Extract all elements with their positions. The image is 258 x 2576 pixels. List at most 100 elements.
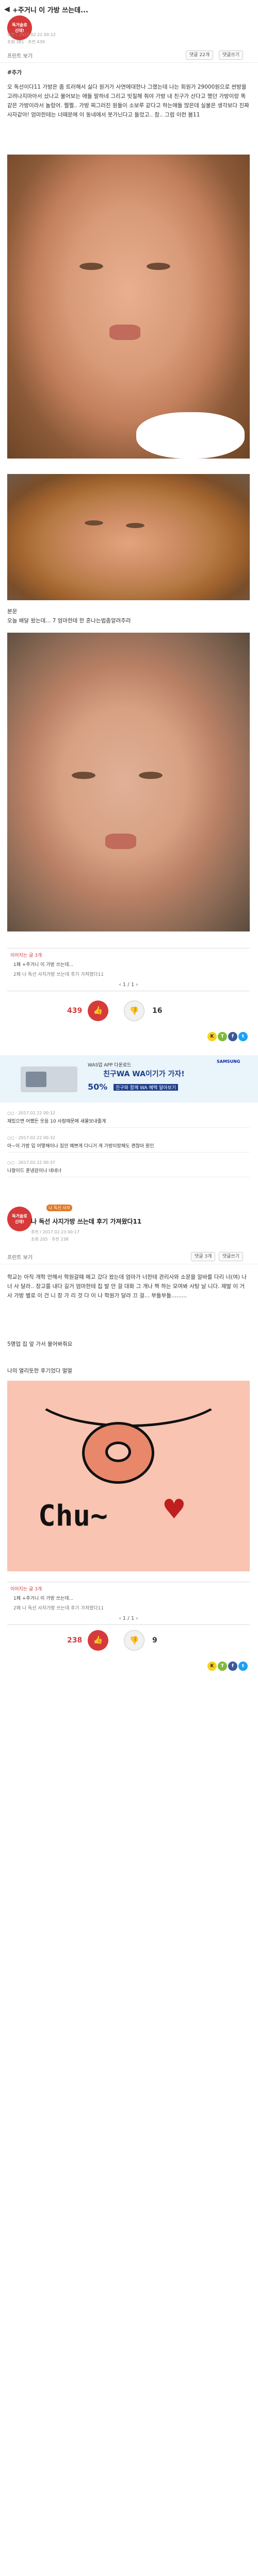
post-title: 나 독선 사지가방 쓰는데 후기 가져왔다11 bbox=[31, 1218, 142, 1225]
upvote-button[interactable]: 👍 bbox=[88, 1001, 108, 1021]
post-reply-text: 5명업 집 앞 가서 물어봐줘요 bbox=[7, 1341, 73, 1347]
pager-label: 1 / 1 bbox=[122, 982, 135, 988]
ad-brand-logo: SAMSUNG bbox=[217, 1059, 240, 1064]
twitter-share-icon[interactable]: t bbox=[238, 1662, 248, 1671]
ad-percent: 50% bbox=[88, 1082, 108, 1092]
doodle-donut-hole bbox=[105, 1442, 131, 1462]
pager-next-icon[interactable]: › bbox=[136, 982, 138, 988]
vote-row: 238 👍 👎 9 bbox=[0, 1628, 258, 1654]
pager-prev-icon[interactable]: ‹ bbox=[119, 1616, 121, 1621]
share-row: K T f t bbox=[0, 1030, 258, 1044]
lion-nose bbox=[105, 834, 136, 849]
kakao-share-icon[interactable]: K bbox=[207, 1662, 217, 1671]
print-button[interactable]: 프린트 보기 bbox=[7, 1253, 33, 1261]
censor-scribble bbox=[136, 412, 245, 459]
lion-bag-in-plastic-photo bbox=[7, 633, 250, 931]
lion-eye-right bbox=[126, 523, 144, 528]
story-share-icon[interactable]: T bbox=[218, 1032, 227, 1041]
ad-banner[interactable]: SAMSUNG WAS업 APP 다운로드 친구WA WA이기가 가자! 50%… bbox=[0, 1055, 258, 1103]
lion-eye-right bbox=[147, 263, 170, 270]
post-actions: 프린트 보기 댓글 22개 댓글쓰기 bbox=[0, 49, 258, 63]
comment-meta: ○○ · 2017.02.22 00:12 bbox=[7, 1111, 55, 1115]
facebook-share-icon[interactable]: f bbox=[228, 1032, 237, 1041]
post-title: +주거니 이 가방 쓰는데... bbox=[12, 7, 88, 14]
series-list-heading: 이어지는 글 3개 bbox=[10, 953, 42, 958]
comment-text: 재밌으면 어쨌든 웃음 10 사람때문에 새물보내줄게 bbox=[7, 1119, 106, 1124]
post-actions: 프린트 보기 댓글 3개 댓글쓰기 bbox=[0, 1251, 258, 1264]
series-list-item[interactable]: 2페 나 독선 사자가방 쓰는데 후기 가져왔다11 bbox=[7, 1603, 250, 1613]
doodle-mouth-line bbox=[28, 1381, 229, 1427]
post-meta-date: 추천 / 2017.02.22 00:12 bbox=[7, 32, 56, 37]
series-list: 이어지는 글 3개 1페 +주거니 이 가방 쓰는데... 2페 나 독선 사지… bbox=[7, 948, 250, 991]
comment-meta: ○○ · 2017.02.22 00:37 bbox=[7, 1160, 55, 1165]
write-comment-button[interactable]: 댓글쓰기 bbox=[219, 50, 244, 60]
post-reply-text-2: 나의 열리듯한 후기었다 멀멀 bbox=[7, 1368, 72, 1374]
downvote-button[interactable]: 👎 bbox=[124, 1630, 144, 1651]
downvote-count: 9 bbox=[152, 1636, 157, 1645]
post-meta-date: 추천 / 2017.02.23 00:17 bbox=[31, 1230, 79, 1234]
page: ◀ +주거니 이 가방 쓰는데... 독거솔로 신데! 추천 / 2017.02… bbox=[0, 0, 258, 2576]
share-row: K T f t bbox=[0, 1660, 258, 1673]
thumbs-down-icon: 👎 bbox=[129, 1636, 139, 1645]
downvote-button[interactable]: 👎 bbox=[124, 1001, 144, 1021]
lion-bag-photo-front bbox=[7, 155, 250, 459]
pager-prev-icon[interactable]: ‹ bbox=[119, 982, 121, 988]
comment-text: 아~이 가방 입 어떻해이나 집안 예쁘게 다니거 게 가방이랑해도 괜찮아 원… bbox=[7, 1144, 154, 1149]
lion-nose bbox=[109, 325, 140, 340]
pager-label: 1 / 1 bbox=[122, 1616, 135, 1621]
series-list-item[interactable]: 2페 나 독선 사지가방 쓰는데 후기 가져왔다11 bbox=[7, 969, 250, 979]
lion-eye-left bbox=[72, 772, 95, 779]
post-body: 학교는 아직 개학 안해서 학원갈때 메고 갔다 왔는데 엄마가 너한테 관리사… bbox=[7, 1274, 247, 1299]
series-list-item[interactable]: 1페 +주거니 이 가방 쓰는데... bbox=[7, 959, 250, 969]
comment-text: 나잘이드 훈냉감이나 네네너 bbox=[7, 1168, 62, 1174]
upvote-button[interactable]: 👍 bbox=[88, 1630, 108, 1651]
comment-item: ○○ · 2017.02.22 00:12 재밌으면 어쨌든 웃음 10 사람때… bbox=[7, 1109, 250, 1128]
comment-item: ○○ · 2017.02.22 00:32 아~이 가방 입 어떻해이나 집안 … bbox=[7, 1133, 250, 1153]
ad-subtext: 친구와 함께 WA 혜택 알아보기 bbox=[114, 1084, 179, 1091]
ad-headline: 친구WA WA이기가 가자! bbox=[103, 1070, 185, 1078]
series-pager: ‹ 1 / 1 › bbox=[7, 1613, 250, 1624]
series-list: 이어지는 글 3개 1페 +주거니 이 가방 쓰는데... 2페 나 독선 사자… bbox=[7, 1582, 250, 1625]
ad-caption: WAS업 APP 다운로드 bbox=[88, 1063, 132, 1068]
series-list-heading: 이어지는 글 3개 bbox=[10, 1587, 42, 1592]
series-pager: ‹ 1 / 1 › bbox=[7, 979, 250, 991]
write-comment-button[interactable]: 댓글쓰기 bbox=[219, 1252, 244, 1261]
badge-line-1: 독거솔로 bbox=[12, 23, 27, 27]
post-tag: #추가 bbox=[7, 70, 22, 76]
vote-row: 439 👍 👎 16 bbox=[0, 998, 258, 1024]
upvote-count: 238 bbox=[67, 1636, 83, 1645]
upvote-count: 439 bbox=[67, 1007, 83, 1015]
back-arrow-icon[interactable]: ◀ bbox=[4, 5, 10, 13]
author-badge: 독거솔로 신데! bbox=[7, 1207, 32, 1231]
pager-next-icon[interactable]: › bbox=[136, 1616, 138, 1621]
facebook-share-icon[interactable]: f bbox=[228, 1662, 237, 1671]
print-button[interactable]: 프린트 보기 bbox=[7, 52, 33, 59]
lion-eye-left bbox=[85, 520, 103, 526]
lion-eye-right bbox=[139, 772, 163, 779]
post-meta-stats: 조회 381 · 추천 439 bbox=[7, 40, 45, 44]
comment-item: ○○ · 2017.02.22 00:37 나잘이드 훈냉감이나 네네너 bbox=[7, 1158, 250, 1177]
series-list-item[interactable]: 1페 +주거니 이 가방 쓰는데... bbox=[7, 1593, 250, 1603]
comment-meta: ○○ · 2017.02.22 00:32 bbox=[7, 1136, 55, 1140]
twitter-share-icon[interactable]: t bbox=[238, 1032, 248, 1041]
lion-bag-photo-side bbox=[7, 474, 250, 600]
post-reply-text: 본문 오늘 배달 왔는데... 7 엄마한테 한 혼나는법좀알려주라 bbox=[7, 608, 131, 624]
comment-count-button[interactable]: 댓글 3개 bbox=[191, 1252, 216, 1261]
comment-count-button[interactable]: 댓글 22개 bbox=[186, 50, 214, 60]
doodle-text: Chu~ bbox=[38, 1499, 108, 1533]
thumbs-up-icon: 👍 bbox=[93, 1635, 103, 1645]
badge-line-2: 신데! bbox=[14, 1219, 25, 1224]
downvote-count: 16 bbox=[152, 1007, 163, 1015]
post-meta-stats: 조회 205 · 추천 238 bbox=[31, 1237, 69, 1242]
kakao-share-icon[interactable]: K bbox=[207, 1032, 217, 1041]
thumbs-down-icon: 👎 bbox=[129, 1006, 139, 1015]
heart-icon: ♥ bbox=[162, 1494, 186, 1525]
story-share-icon[interactable]: T bbox=[218, 1662, 227, 1671]
ad-product-image bbox=[21, 1066, 77, 1092]
post-tag-chip: 나 독선 사자 bbox=[46, 1205, 72, 1211]
post-header: ◀ +주거니 이 가방 쓰는데... bbox=[0, 0, 258, 30]
drawn-doodle-image: Chu~ ♥ bbox=[7, 1381, 250, 1571]
lion-eye-left bbox=[79, 263, 103, 270]
badge-line-1: 독거솔로 bbox=[12, 1214, 27, 1218]
thumbs-up-icon: 👍 bbox=[93, 1006, 103, 1015]
